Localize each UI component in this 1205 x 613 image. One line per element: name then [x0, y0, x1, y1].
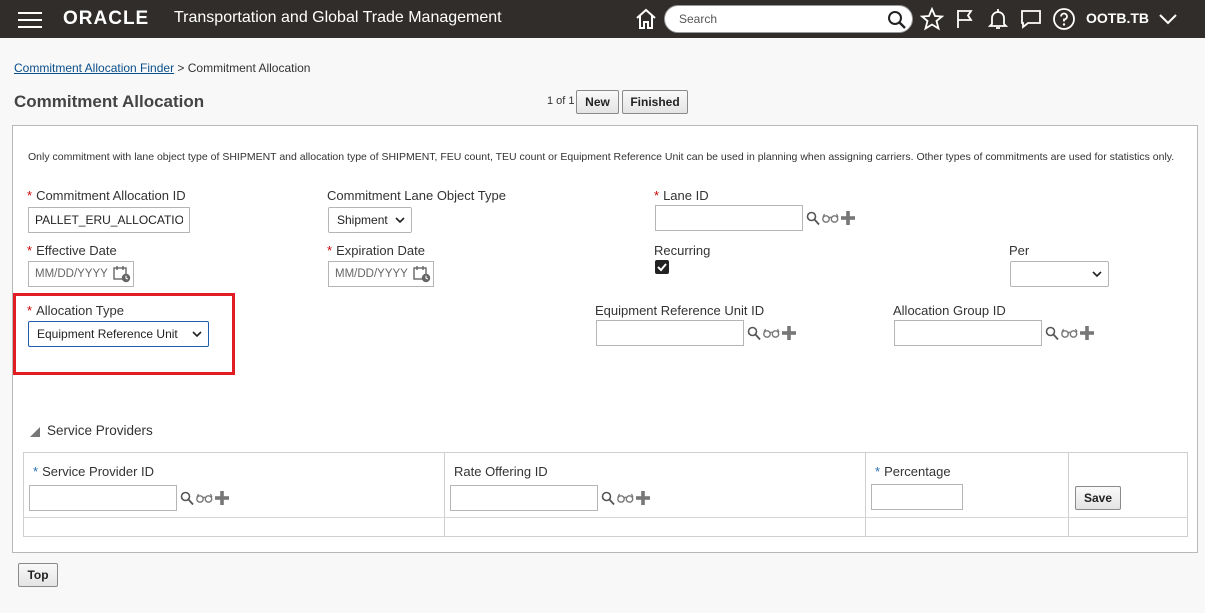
- commitment-allocation-id-label: * Commitment Allocation ID: [27, 188, 186, 203]
- help-icon[interactable]: [1051, 6, 1077, 32]
- required-mark: *: [27, 243, 33, 258]
- top-button[interactable]: Top: [18, 563, 58, 587]
- rate-offering-id-input[interactable]: [450, 485, 598, 511]
- chevron-down-icon: [395, 217, 405, 224]
- save-button[interactable]: Save: [1075, 486, 1121, 510]
- effective-date-label: * Effective Date: [27, 243, 117, 258]
- user-menu-label[interactable]: OOTB.TB: [1086, 10, 1149, 26]
- percentage-input[interactable]: [871, 484, 963, 510]
- search-input[interactable]: [677, 10, 877, 28]
- chevron-down-icon[interactable]: [1155, 6, 1181, 32]
- favorites-star-icon[interactable]: [919, 6, 945, 32]
- service-provider-id-header: * Service Provider ID: [33, 464, 155, 479]
- breadcrumb-current: Commitment Allocation: [187, 61, 311, 75]
- add-plus-icon[interactable]: [1080, 326, 1094, 340]
- service-providers-header[interactable]: Service Providers: [47, 423, 153, 438]
- add-plus-icon[interactable]: [841, 211, 855, 225]
- oracle-logo: ORACLE: [63, 8, 150, 29]
- per-label: Per: [1009, 243, 1030, 258]
- equipment-reference-unit-id-label: Equipment Reference Unit ID: [595, 303, 765, 318]
- search-icon[interactable]: [601, 491, 615, 506]
- calendar-icon[interactable]: [413, 265, 431, 283]
- lane-id-input[interactable]: [655, 205, 803, 231]
- menu-icon[interactable]: [18, 12, 42, 28]
- view-glasses-icon[interactable]: [617, 492, 634, 504]
- equipment-reference-unit-id-input[interactable]: [596, 320, 744, 346]
- search-icon[interactable]: [1045, 326, 1059, 341]
- messages-icon[interactable]: [1018, 6, 1044, 32]
- lane-object-type-label: Commitment Lane Object Type: [327, 188, 506, 203]
- add-plus-icon[interactable]: [782, 326, 796, 340]
- commitment-allocation-id-input[interactable]: [28, 207, 190, 233]
- search-icon[interactable]: [886, 9, 908, 31]
- info-text: Only commitment with lane object type of…: [28, 151, 1175, 163]
- app-title: Transportation and Global Trade Manageme…: [174, 9, 502, 26]
- column-divider: [865, 452, 866, 537]
- service-provider-lookup-tools: [180, 490, 229, 506]
- percentage-header: * Percentage: [875, 464, 951, 479]
- finished-button[interactable]: Finished: [622, 90, 688, 114]
- column-divider: [1068, 452, 1069, 537]
- home-icon[interactable]: [632, 6, 660, 32]
- view-glasses-icon[interactable]: [1061, 327, 1078, 339]
- chevron-down-icon: [1092, 271, 1102, 278]
- expiration-date-label: * Expiration Date: [327, 243, 425, 258]
- lane-id-lookup-tools: [806, 210, 855, 226]
- equipment-reference-unit-lookup-tools: [747, 325, 796, 341]
- rate-offering-id-header: Rate Offering ID: [454, 464, 548, 479]
- calendar-icon[interactable]: [113, 265, 131, 283]
- allocation-type-select[interactable]: Equipment Reference Unit: [28, 321, 209, 347]
- lane-object-type-value: Shipment: [337, 213, 388, 227]
- service-provider-id-input[interactable]: [29, 485, 177, 511]
- required-mark: *: [327, 243, 333, 258]
- recurring-label: Recurring: [654, 243, 711, 258]
- page-title: Commitment Allocation: [14, 92, 205, 111]
- view-glasses-icon[interactable]: [822, 212, 839, 224]
- lane-id-label: * Lane ID: [654, 188, 709, 203]
- breadcrumb-link-finder[interactable]: Commitment Allocation Finder: [14, 61, 174, 75]
- new-button[interactable]: New: [576, 90, 619, 114]
- required-mark: *: [875, 464, 881, 479]
- lane-object-type-select[interactable]: Shipment: [328, 207, 412, 233]
- flag-icon[interactable]: [952, 6, 978, 32]
- allocation-group-id-label: Allocation Group ID: [893, 303, 1006, 318]
- search-icon[interactable]: [806, 211, 820, 226]
- allocation-group-id-input[interactable]: [894, 320, 1042, 346]
- rate-offering-lookup-tools: [601, 490, 650, 506]
- allocation-type-label: * Allocation Type: [27, 303, 124, 318]
- top-bar: ORACLE Transportation and Global Trade M…: [0, 0, 1205, 38]
- search-box[interactable]: [664, 5, 913, 33]
- pager-text: 1 of 1: [547, 95, 575, 107]
- breadcrumb-separator: >: [177, 61, 185, 75]
- allocation-type-value: Equipment Reference Unit: [37, 327, 178, 341]
- collapse-triangle-icon[interactable]: [29, 426, 40, 437]
- row-divider: [23, 517, 1188, 518]
- view-glasses-icon[interactable]: [196, 492, 213, 504]
- per-select[interactable]: [1010, 261, 1109, 287]
- add-plus-icon[interactable]: [215, 491, 229, 505]
- required-mark: *: [27, 188, 33, 203]
- search-icon[interactable]: [747, 326, 761, 341]
- search-icon[interactable]: [180, 491, 194, 506]
- allocation-group-lookup-tools: [1045, 325, 1094, 341]
- column-divider: [444, 452, 445, 537]
- view-glasses-icon[interactable]: [763, 327, 780, 339]
- required-mark: *: [27, 303, 33, 318]
- checkmark-icon: [657, 263, 667, 272]
- chevron-down-icon: [192, 331, 202, 338]
- required-mark: *: [654, 188, 660, 203]
- add-plus-icon[interactable]: [636, 491, 650, 505]
- breadcrumb: Commitment Allocation Finder > Commitmen…: [14, 61, 310, 75]
- notifications-bell-icon[interactable]: [985, 6, 1011, 32]
- required-mark: *: [33, 464, 39, 479]
- recurring-checkbox[interactable]: [655, 260, 669, 274]
